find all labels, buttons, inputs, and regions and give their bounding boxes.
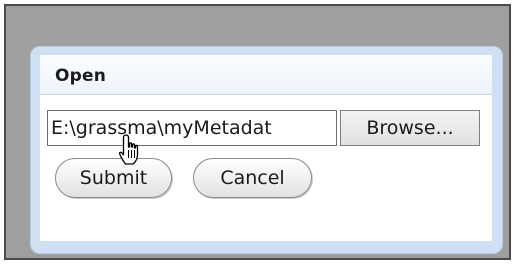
submit-button[interactable]: Submit bbox=[55, 158, 172, 198]
dialog-title: Open bbox=[55, 66, 107, 86]
open-dialog: Open E:\grassma\myMetadat Browse... Subm… bbox=[30, 46, 503, 254]
file-path-input[interactable]: E:\grassma\myMetadat bbox=[47, 110, 337, 146]
hand-pointer-icon bbox=[118, 134, 139, 165]
screenshot-frame: Open E:\grassma\myMetadat Browse... Subm… bbox=[4, 4, 511, 260]
cancel-button[interactable]: Cancel bbox=[193, 158, 312, 198]
dialog-header: Open bbox=[40, 55, 492, 95]
dialog-body: Open E:\grassma\myMetadat Browse... Subm… bbox=[40, 55, 492, 241]
browse-button[interactable]: Browse... bbox=[340, 110, 480, 146]
